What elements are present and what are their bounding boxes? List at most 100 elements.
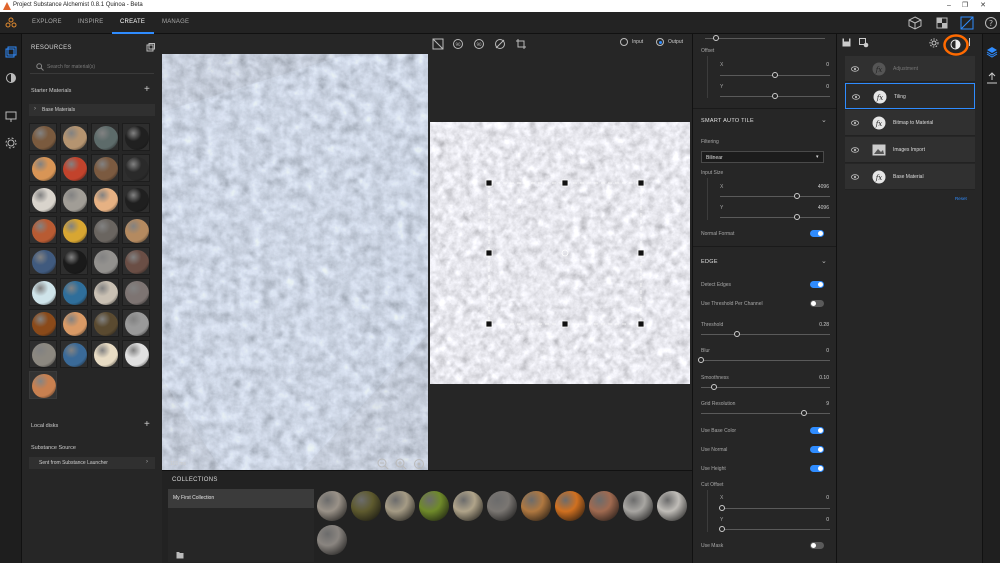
- smoothness-value[interactable]: 0.10: [809, 375, 829, 381]
- flip-icon[interactable]: [494, 38, 506, 50]
- input-size-x-value[interactable]: 4096: [809, 184, 829, 190]
- material-thumbnail[interactable]: [91, 278, 119, 306]
- tab-explore[interactable]: EXPLORE: [32, 19, 62, 25]
- material-thumbnail[interactable]: [29, 278, 57, 306]
- base-materials-folder[interactable]: › Base Materials: [29, 104, 155, 116]
- filtering-select[interactable]: Bilinear ▾: [701, 151, 824, 163]
- layer-item[interactable]: Images Import: [845, 137, 975, 163]
- split-view-icon[interactable]: [960, 16, 974, 30]
- add-collection-icon[interactable]: [176, 551, 184, 559]
- detect-edges-toggle[interactable]: [810, 281, 824, 288]
- top-slider-track[interactable]: [705, 38, 825, 39]
- cut-offset-x-slider[interactable]: [720, 508, 830, 509]
- visibility-eye-icon[interactable]: [851, 65, 859, 73]
- collection-thumbnail[interactable]: [487, 491, 517, 521]
- visibility-eye-icon[interactable]: [852, 93, 860, 101]
- offset-y-value[interactable]: 0: [809, 84, 829, 90]
- layers-stack-icon[interactable]: [986, 46, 998, 58]
- material-thumbnail[interactable]: [91, 123, 119, 151]
- resources-icon[interactable]: [5, 46, 17, 58]
- tab-inspire[interactable]: INSPIRE: [78, 19, 103, 25]
- material-thumbnail[interactable]: [91, 247, 119, 275]
- offset-y-knob[interactable]: [772, 93, 778, 99]
- material-thumbnail[interactable]: [60, 309, 88, 337]
- use-height-toggle[interactable]: [810, 465, 824, 472]
- sent-from-launcher-item[interactable]: Sent from Substance Launcher ›: [29, 457, 155, 469]
- input-size-y-value[interactable]: 4096: [809, 205, 829, 211]
- material-icon[interactable]: [5, 72, 17, 84]
- export-layers-icon[interactable]: [859, 38, 869, 48]
- layer-item[interactable]: fx Tiling: [845, 83, 975, 109]
- output-radio[interactable]: [656, 38, 664, 46]
- cut-offset-x-knob[interactable]: [719, 505, 725, 511]
- smoothness-slider[interactable]: [701, 387, 830, 388]
- grid-resolution-knob[interactable]: [801, 410, 808, 416]
- collection-thumbnail[interactable]: [589, 491, 619, 521]
- collection-thumbnail[interactable]: [317, 491, 347, 521]
- collection-thumbnail[interactable]: [521, 491, 551, 521]
- input-radio[interactable]: [620, 38, 628, 46]
- input-size-x-knob[interactable]: [794, 193, 800, 199]
- material-thumbnail[interactable]: [122, 154, 150, 182]
- material-thumbnail[interactable]: [60, 123, 88, 151]
- add-starter-icon[interactable]: +: [144, 84, 150, 95]
- reset-link[interactable]: Reset: [955, 196, 967, 201]
- collection-thumbnail[interactable]: [555, 491, 585, 521]
- layer-item[interactable]: fx Base Material: [845, 164, 975, 190]
- material-thumbnail[interactable]: [122, 278, 150, 306]
- resource-search[interactable]: Search for material(s): [30, 60, 154, 74]
- collection-thumbnail[interactable]: [657, 491, 687, 521]
- threshold-slider[interactable]: [701, 334, 830, 335]
- material-thumbnail[interactable]: [29, 371, 57, 399]
- new-folder-icon[interactable]: [146, 43, 155, 52]
- grid-resolution-value[interactable]: 9: [809, 401, 829, 407]
- cut-offset-y-slider[interactable]: [720, 529, 830, 530]
- top-slider-knob[interactable]: [713, 35, 719, 41]
- collection-thumbnail[interactable]: [317, 525, 347, 555]
- export-icon[interactable]: [986, 72, 998, 84]
- collection-thumbnail[interactable]: [351, 491, 381, 521]
- blur-slider[interactable]: [701, 360, 830, 361]
- settings-gear-icon[interactable]: [5, 137, 17, 149]
- offset-x-value[interactable]: 0: [809, 62, 829, 68]
- layer-item[interactable]: fx Adjustment: [845, 56, 975, 82]
- starter-materials-label[interactable]: Starter Materials: [31, 88, 71, 94]
- smoothness-knob[interactable]: [710, 384, 717, 390]
- material-thumbnail[interactable]: [122, 123, 150, 151]
- material-thumbnail[interactable]: [29, 216, 57, 244]
- material-thumbnail[interactable]: [122, 340, 150, 368]
- material-thumbnail[interactable]: [29, 123, 57, 151]
- input-size-y-knob[interactable]: [794, 214, 800, 220]
- cut-offset-x-value[interactable]: 0: [809, 495, 829, 501]
- material-thumbnail[interactable]: [60, 278, 88, 306]
- cut-offset-y-value[interactable]: 0: [809, 517, 829, 523]
- fit-view-icon[interactable]: [432, 38, 444, 50]
- material-thumbnail[interactable]: [29, 247, 57, 275]
- use-base-color-toggle[interactable]: [810, 427, 824, 434]
- material-thumbnail[interactable]: [60, 340, 88, 368]
- tab-manage[interactable]: MANAGE: [162, 19, 189, 25]
- material-thumbnail[interactable]: [91, 340, 119, 368]
- display-icon[interactable]: [5, 111, 17, 123]
- edge-title[interactable]: EDGE: [701, 259, 718, 265]
- rotate-cw-90-icon[interactable]: 90: [473, 38, 485, 50]
- material-thumbnail[interactable]: [91, 309, 119, 337]
- normal-format-toggle[interactable]: [810, 230, 824, 237]
- material-thumbnail[interactable]: [122, 185, 150, 213]
- blur-value[interactable]: 0: [809, 348, 829, 354]
- threshold-value[interactable]: 0.28: [809, 322, 829, 328]
- material-thumbnail[interactable]: [29, 309, 57, 337]
- 2d-view-icon[interactable]: [935, 16, 949, 30]
- material-thumbnail[interactable]: [60, 154, 88, 182]
- smart-auto-tile-title[interactable]: SMART AUTO TILE: [701, 118, 754, 124]
- cut-offset-y-knob[interactable]: [719, 526, 725, 532]
- reset-view-icon[interactable]: [413, 458, 425, 470]
- use-normal-toggle[interactable]: [810, 446, 824, 453]
- chevron-down-icon[interactable]: ⌄: [821, 257, 827, 265]
- input-size-y-slider[interactable]: [720, 217, 830, 218]
- blur-knob[interactable]: [698, 357, 704, 363]
- restore-icon[interactable]: ❐: [960, 1, 970, 11]
- input-size-x-slider[interactable]: [720, 196, 830, 197]
- material-thumbnail[interactable]: [60, 247, 88, 275]
- offset-x-knob[interactable]: [772, 72, 778, 78]
